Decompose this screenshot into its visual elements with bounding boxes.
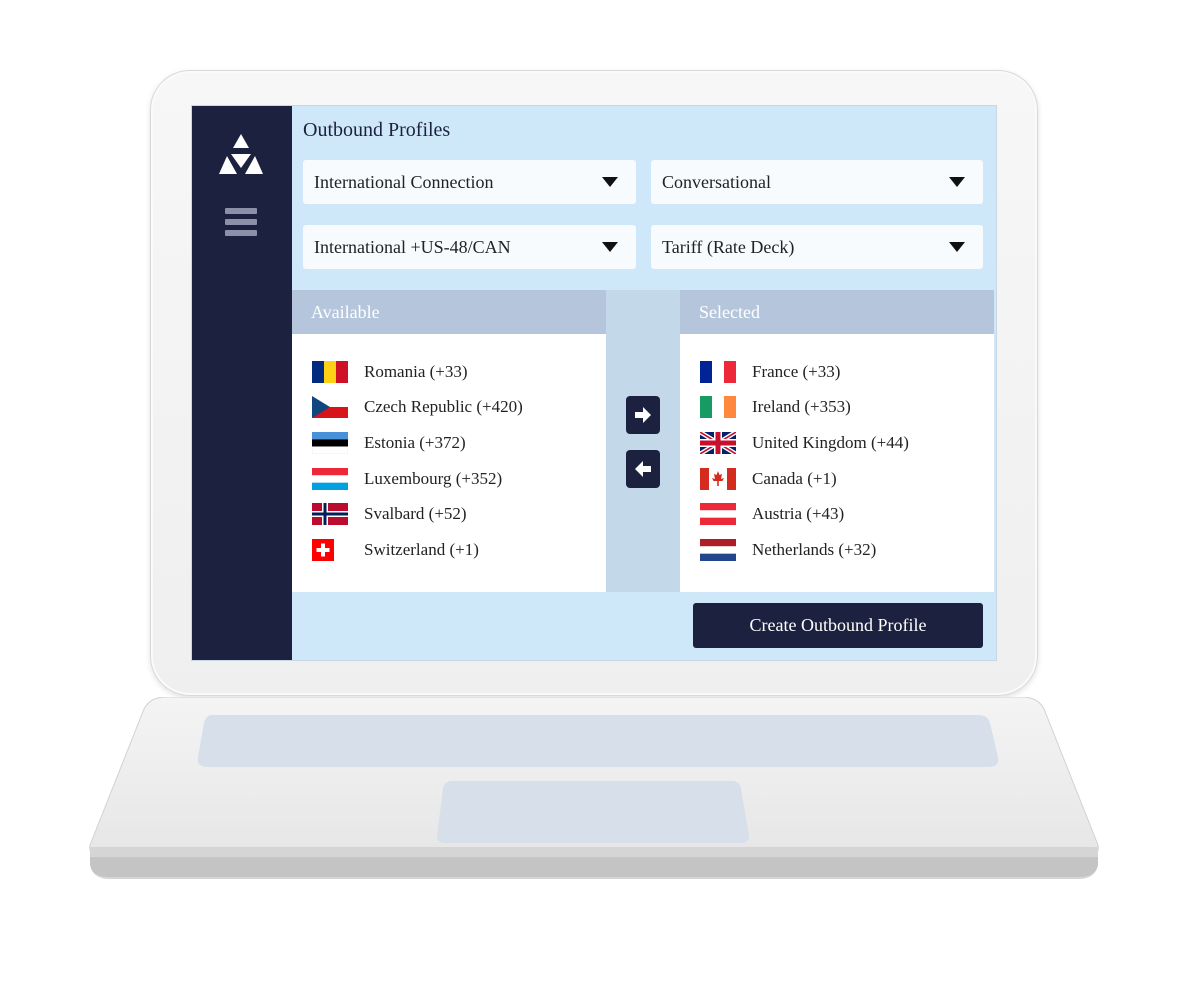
netherlands-flag-icon <box>700 538 736 561</box>
profile-type-select-value: Conversational <box>662 171 771 192</box>
available-list: Romania (+33) Czech Republic (+420) Esto… <box>292 334 606 568</box>
region-select[interactable]: International +US-48/CAN <box>303 225 636 269</box>
france-flag-icon <box>700 360 736 383</box>
list-item[interactable]: Estonia (+372) <box>292 425 606 461</box>
tariff-select-value: Tariff (Rate Deck) <box>662 236 795 257</box>
czech-flag-icon <box>312 396 348 419</box>
country-label: Switzerland (+1) <box>364 539 479 559</box>
list-item[interactable]: Svalbard (+52) <box>292 496 606 532</box>
canada-flag-icon <box>700 467 736 490</box>
hamburger-menu-icon[interactable] <box>225 208 257 240</box>
selected-list: France (+33) Ireland (+353) United Kingd… <box>680 334 994 568</box>
country-label: Ireland (+353) <box>752 397 851 417</box>
connection-select[interactable]: International Connection <box>303 160 636 204</box>
list-item[interactable]: Czech Republic (+420) <box>292 390 606 426</box>
country-label: Luxembourg (+352) <box>364 468 503 488</box>
country-label: Canada (+1) <box>752 468 837 488</box>
move-left-button[interactable] <box>626 450 660 488</box>
list-item[interactable]: France (+33) <box>680 354 994 390</box>
list-item[interactable]: Canada (+1) <box>680 461 994 497</box>
profile-type-select[interactable]: Conversational <box>651 160 983 204</box>
uk-flag-icon <box>700 431 736 454</box>
transfer-controls <box>606 290 680 592</box>
laptop-base <box>88 697 1100 879</box>
trackpad[interactable] <box>436 781 750 843</box>
list-item[interactable]: Austria (+43) <box>680 496 994 532</box>
country-label: Romania (+33) <box>364 361 468 381</box>
connection-select-value: International Connection <box>314 171 494 192</box>
romania-flag-icon <box>312 360 348 383</box>
keyboard <box>197 715 999 767</box>
list-item[interactable]: United Kingdom (+44) <box>680 425 994 461</box>
country-label: Netherlands (+32) <box>752 539 877 559</box>
country-label: United Kingdom (+44) <box>752 432 909 452</box>
country-label: Svalbard (+52) <box>364 504 467 524</box>
country-label: France (+33) <box>752 361 841 381</box>
caret-down-icon <box>602 242 618 252</box>
logo-icon <box>219 134 263 174</box>
list-item[interactable]: Luxembourg (+352) <box>292 461 606 497</box>
austria-flag-icon <box>700 503 736 526</box>
selected-panel: Selected France (+33) Ireland (+353) Uni… <box>680 290 994 592</box>
norway-flag-icon <box>312 503 348 526</box>
available-panel: Available Romania (+33) Czech Republic (… <box>292 290 606 592</box>
arrow-right-icon <box>635 407 651 423</box>
region-select-value: International +US-48/CAN <box>314 236 511 257</box>
list-item[interactable]: Ireland (+353) <box>680 390 994 426</box>
sidebar <box>192 106 292 660</box>
list-item[interactable]: Romania (+33) <box>292 354 606 390</box>
move-right-button[interactable] <box>626 396 660 434</box>
country-label: Austria (+43) <box>752 504 845 524</box>
list-item[interactable]: Netherlands (+32) <box>680 532 994 568</box>
selected-header: Selected <box>680 290 994 334</box>
switzerland-flag-icon <box>312 538 334 561</box>
app-screen: Outbound Profiles International Connecti… <box>192 106 996 660</box>
page-title: Outbound Profiles <box>303 119 451 141</box>
estonia-flag-icon <box>312 431 348 454</box>
country-label: Estonia (+372) <box>364 432 466 452</box>
available-header: Available <box>292 290 606 334</box>
luxembourg-flag-icon <box>312 467 348 490</box>
create-outbound-profile-button[interactable]: Create Outbound Profile <box>693 603 983 648</box>
country-label: Czech Republic (+420) <box>364 397 523 417</box>
caret-down-icon <box>949 177 965 187</box>
caret-down-icon <box>602 177 618 187</box>
arrow-left-icon <box>635 461 651 477</box>
caret-down-icon <box>949 242 965 252</box>
tariff-select[interactable]: Tariff (Rate Deck) <box>651 225 983 269</box>
ireland-flag-icon <box>700 396 736 419</box>
list-item[interactable]: Switzerland (+1) <box>292 532 606 568</box>
